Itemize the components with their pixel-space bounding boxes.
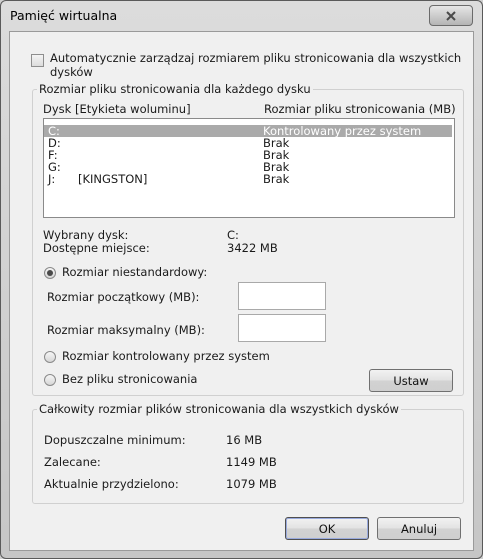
selected-drive-label: Wybrany dysk: <box>43 228 129 242</box>
auto-manage-label-line2: dysków <box>50 65 93 79</box>
title-bar[interactable]: Pamięć wirtualna <box>1 1 482 31</box>
drive-row-d[interactable]: D: Brak <box>44 137 452 149</box>
set-button[interactable]: Ustaw <box>369 369 453 392</box>
drive-row-f[interactable]: F: Brak <box>44 149 452 161</box>
auto-manage-checkbox[interactable] <box>31 54 44 67</box>
no-paging-file-radio[interactable] <box>44 374 56 386</box>
custom-size-radio[interactable] <box>44 267 56 279</box>
currently-allocated-label: Aktualnie przydzielono: <box>44 477 179 491</box>
free-space-value: 3422 MB <box>227 241 278 255</box>
no-paging-file-label: Bez pliku stronicowania <box>62 372 198 386</box>
recommended-label: Zalecane: <box>44 455 101 469</box>
drive-list[interactable]: C: Kontrolowany przez system D: Brak F: … <box>43 118 455 218</box>
system-managed-radio[interactable] <box>44 351 56 363</box>
initial-size-label: Rozmiar początkowy (MB): <box>47 290 200 304</box>
ok-button[interactable]: OK <box>285 517 369 540</box>
minimum-value: 16 MB <box>226 433 263 447</box>
custom-size-label: Rozmiar niestandardowy: <box>62 265 208 279</box>
auto-manage-label-line1: Automatycznie zarządzaj rozmiarem pliku … <box>50 51 462 65</box>
selected-drive-value: C: <box>227 228 239 242</box>
drive-label: [KINGSTON] <box>78 172 148 186</box>
column-header-drive: Dysk [Etykieta woluminu] <box>43 102 191 116</box>
cancel-button[interactable]: Anuluj <box>377 517 461 540</box>
per-drive-legend: Rozmiar pliku stronicowania dla każdego … <box>39 82 311 96</box>
close-icon <box>446 10 456 21</box>
drive-row-c[interactable]: C: Kontrolowany przez system <box>44 125 452 137</box>
drive-row-j[interactable]: J: [KINGSTON] Brak <box>44 173 452 185</box>
system-managed-label: Rozmiar kontrolowany przez system <box>62 349 270 363</box>
minimum-label: Dopuszczalne minimum: <box>44 433 186 447</box>
dialog-client-area: Automatycznie zarządzaj rozmiarem pliku … <box>9 31 474 551</box>
close-button[interactable] <box>429 5 473 26</box>
totals-legend: Całkowity rozmiar plików stronicowania d… <box>39 402 399 416</box>
recommended-value: 1149 MB <box>226 455 277 469</box>
column-header-size: Rozmiar pliku stronicowania (MB) <box>264 102 456 116</box>
max-size-input[interactable] <box>238 314 326 342</box>
max-size-label: Rozmiar maksymalny (MB): <box>47 323 205 337</box>
drive-size: Brak <box>263 172 290 186</box>
drive-letter: J: <box>48 172 56 186</box>
initial-size-input[interactable] <box>238 282 326 310</box>
window-title: Pamięć wirtualna <box>10 8 118 23</box>
virtual-memory-dialog: Pamięć wirtualna Automatycznie zarządzaj… <box>0 0 483 559</box>
free-space-label: Dostępne miejsce: <box>43 241 150 255</box>
currently-allocated-value: 1079 MB <box>226 477 277 491</box>
